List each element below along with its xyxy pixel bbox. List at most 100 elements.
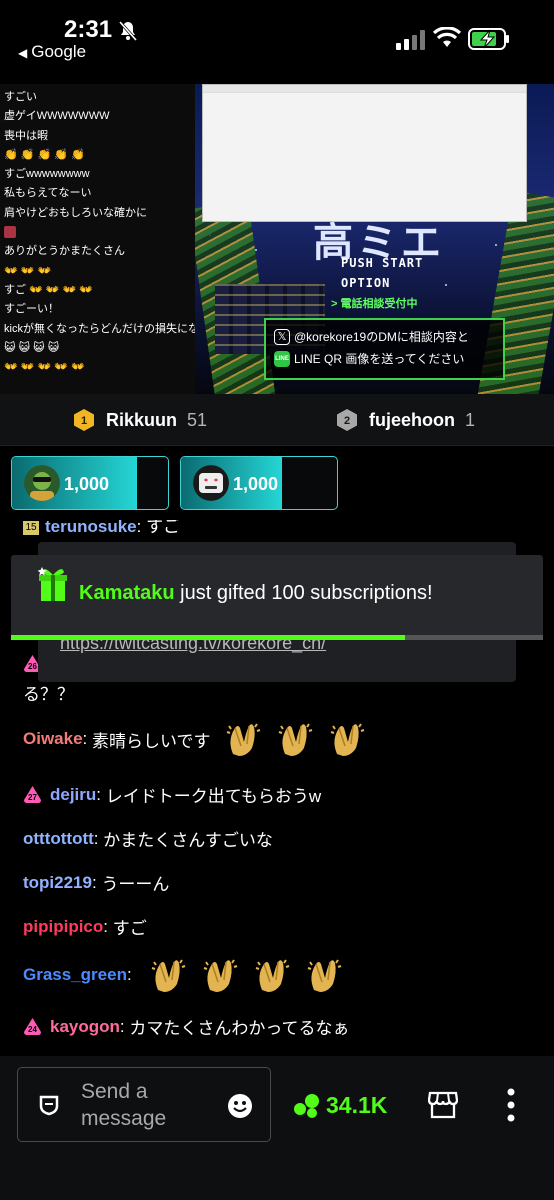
leaderboard-entry-2[interactable]: 2 fujeehoon 1 [337, 409, 475, 431]
svg-text:1: 1 [81, 415, 87, 427]
wifi-icon [433, 27, 461, 47]
chat-message[interactable]: 27 dejiru: レイドトーク出てもらおうw [23, 782, 321, 807]
store-icon[interactable] [428, 1091, 458, 1119]
chat-message-input[interactable]: Send a message [17, 1067, 271, 1142]
overlay-chat-line: kickが無くなったらどんだけの損失になるんだろう [4, 322, 195, 335]
chat-message[interactable]: 24 kayogon: カマたくさんわかってるなぁ [23, 1014, 350, 1039]
x-logo-icon: 𝕏 [274, 329, 290, 345]
chat-separator: : [96, 784, 106, 804]
overlay-chat-line: すごい [4, 91, 37, 103]
chat-message-continuation: る？？ [23, 685, 74, 704]
clapping-hands-icon [204, 959, 238, 992]
chat-separator: : [103, 916, 113, 936]
stream-player[interactable]: すごい虚ゲイWWWWWWW 喪中は暇 👏 👏 👏 👏 👏 すごwwwwwwww 私もらえ… [0, 84, 554, 394]
overlay-chat-line: 👏 👏 👏 👏 👏 [4, 148, 85, 161]
viewers-icon [294, 1093, 319, 1118]
more-options-icon[interactable] [500, 1088, 522, 1122]
back-link-label: Google [31, 42, 87, 61]
cellular-signal-icon [396, 30, 425, 50]
message-placeholder: Send a message [81, 1080, 167, 1130]
svg-text:2: 2 [344, 415, 350, 427]
viewer-count-group: 34.1K [292, 1092, 387, 1119]
gift-banner-progress-fill [11, 635, 405, 640]
line-logo-icon: LINE [274, 351, 290, 367]
gift-icon [38, 567, 67, 601]
overlay-chat-line: ありがとうかまたくさん [4, 245, 125, 258]
chat-text: レイドトーク出てもらおうw [105, 787, 322, 806]
chat-message-partial: 15 terunosuke: すご [23, 520, 180, 537]
rank-gold-badge-icon: 1 [74, 409, 94, 431]
chat-message[interactable]: topi2219: うーーん [23, 870, 169, 895]
overlay-chat-line: 私もらえてなーい [4, 187, 92, 200]
chat-message[interactable]: Oiwake: 素晴らしいです [23, 720, 367, 758]
svg-text:24: 24 [28, 1025, 37, 1034]
option-text: OPTION [341, 276, 391, 290]
overlay-chat-line: すごwwwwwwww [4, 168, 90, 181]
chat-text: かまたくさんすごいな [103, 831, 273, 850]
chat-username[interactable]: otttottott [23, 829, 94, 849]
overlay-chat-line: 喪中は暇 [4, 129, 48, 142]
chat-separator: : [93, 828, 104, 848]
overlay-chat-line: 肩やけどおもしろいな確かに [4, 206, 147, 219]
stream-video[interactable]: 高ミエ PUSH START OPTION > 電話相談受付中 𝕏 @korek… [195, 84, 554, 394]
info-line-1: @korekore19のDMに相談内容と [294, 330, 469, 344]
info-box: 𝕏 @korekore19のDMに相談内容と LINE LINE QR 画像を送… [264, 318, 505, 380]
leaderboard-count: 1 [465, 409, 476, 430]
back-arrow-icon: ◀ [18, 46, 28, 60]
gift-subscription-banner: Kamataku just gifted 100 subscriptions! [11, 555, 543, 640]
chat-text: うーーん [101, 875, 170, 894]
goal-cards: 1,000 1,000 [0, 446, 554, 520]
overlay-chat-line: すごーい！ [4, 303, 59, 316]
goal-card-1[interactable]: 1,000 [11, 456, 169, 510]
chat-rules-shield-icon[interactable] [38, 1094, 60, 1116]
chat-text: カマたくさんわかってるなぁ [129, 1019, 350, 1038]
clapping-hands-icon [226, 723, 260, 756]
chat-username[interactable]: pipipipico [23, 917, 103, 937]
push-start-text: PUSH START [341, 256, 424, 270]
overlay-chat-line: 虚ゲイWWWWWWW [4, 110, 110, 123]
leaderboard-name: fujeehoon [369, 409, 455, 430]
overlay-chat-line: 👐 👐 👐 [4, 264, 52, 277]
battery-charging-icon [468, 28, 509, 50]
status-bar: 2:31 ◀ Google [0, 0, 554, 84]
chat-message[interactable]: pipipipico: すご [23, 914, 147, 939]
avatar [24, 465, 60, 501]
sub-badge-icon: 27 [24, 786, 41, 803]
gift-message: just gifted 100 subscriptions! [180, 582, 433, 604]
chat-separator: : [119, 1016, 130, 1036]
chat-username[interactable]: dejiru [50, 785, 96, 805]
overlay-chat-line: 👐 👐 👐 👐 👐 [4, 361, 85, 374]
chat-message[interactable]: otttottott: かまたくさんすごいな [23, 826, 273, 851]
gifter-leaderboard[interactable]: 1 Rikkuun 51 2 fujeehoon 1 [0, 394, 554, 446]
overlay-chat-line: 😺 😺 😺 😺 [4, 341, 60, 354]
chat-username[interactable]: kayogon [50, 1017, 120, 1037]
chat-username[interactable]: Oiwake [23, 729, 83, 749]
avatar [193, 465, 229, 501]
info-line-2: LINE QR 画像を送ってください [294, 352, 465, 366]
viewer-count: 34.1K [326, 1092, 388, 1118]
goal-card-2[interactable]: 1,000 [180, 456, 338, 510]
leaderboard-count: 51 [187, 409, 208, 430]
overlay-avatar [4, 226, 16, 239]
chat-username[interactable]: Grass_green [23, 965, 127, 985]
rank-silver-badge-icon: 2 [337, 409, 357, 431]
status-time: 2:31 [64, 16, 113, 43]
clapping-hands-icon [152, 959, 186, 992]
chat-message[interactable]: Grass_green: [23, 956, 344, 994]
chat-text: すご [112, 919, 147, 938]
clapping-hands-icon [278, 723, 312, 756]
leaderboard-entry-1[interactable]: 1 Rikkuun 51 [74, 409, 207, 431]
chat-separator: : [126, 965, 137, 984]
gift-banner-progress [11, 635, 543, 640]
chat-separator: : [91, 872, 102, 892]
chat-username[interactable]: topi2219 [23, 873, 92, 893]
sub-badge-icon: 15 [23, 521, 39, 535]
goal-amount: 1,000 [233, 474, 279, 494]
stream-overlay-chat: すごい虚ゲイWWWWWWW 喪中は暇 👏 👏 👏 👏 👏 すごwwwwwwww 私もらえ… [0, 84, 195, 394]
goal-amount: 1,000 [64, 474, 110, 494]
notepad-window [202, 84, 527, 222]
overlay-chat-line: すご 👐 👐 👐 👐 [4, 283, 94, 296]
back-to-google-link[interactable]: ◀ Google [18, 42, 86, 62]
bottom-bar: Send a message 34.1K [0, 1056, 554, 1200]
emoji-picker-icon[interactable] [227, 1093, 253, 1119]
